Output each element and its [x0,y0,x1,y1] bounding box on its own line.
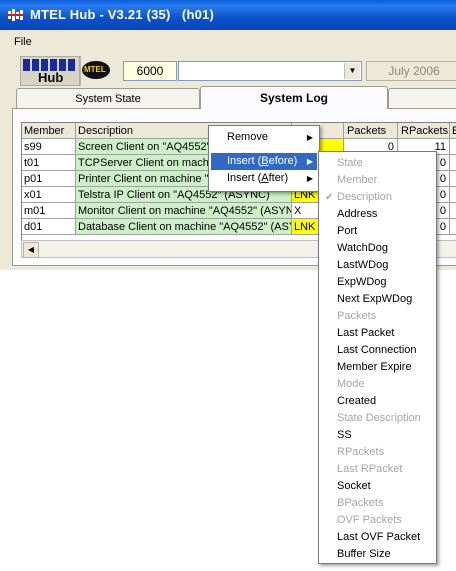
submenu-item-last-rpacket: Last RPacket [337,463,403,475]
cell-e [450,171,456,187]
submenu-item-state: State [337,157,363,169]
submenu-arrow-icon: ▶ [306,174,313,183]
hub-logo-text: Hub [38,70,64,85]
cell-member: t01 [22,155,76,171]
address-combo[interactable]: ▼ [178,61,362,81]
submenu-item-address[interactable]: Address [321,206,434,223]
cell-member: d01 [22,219,76,235]
menu-bar: File [0,33,456,51]
cell-e [450,219,456,235]
submenu-item-rpackets: RPackets [337,446,385,458]
submenu-item-buffer-size[interactable]: Buffer Size [321,546,434,563]
submenu-item-port[interactable]: Port [321,223,434,240]
submenu-item-member: Member [337,174,378,186]
submenu-item-created[interactable]: Created [321,393,434,410]
submenu-item-last-ovf-packet[interactable]: Last OVF Packet [321,529,434,546]
cell-description: Database Client on machine "AQ4552" (ASY [76,219,292,235]
submenu-item-description: ✔ Description [321,189,434,206]
tab-system-log[interactable]: System Log [200,86,388,109]
submenu-item-next-expwdog[interactable]: Next ExpWDog [321,291,434,308]
submenu-arrow-icon: ▶ [306,157,313,166]
col-header-packets[interactable]: Packets [344,123,398,139]
submenu-item-member-expire[interactable]: Member Expire [321,359,434,376]
hub-logo: Hub MTEL [19,55,116,87]
menu-file[interactable]: File [14,36,32,48]
submenu-item-socket[interactable]: Socket [321,478,434,495]
submenu-item-last-packet[interactable]: Last Packet [321,325,434,342]
submenu-item-bpackets: BPackets [337,497,384,509]
menu-item-remove[interactable]: Remove ▶ [211,129,317,146]
title-bar[interactable]: MTEL Hub - V3.21 (35) (h01) [0,0,456,30]
cell-member: s99 [22,139,76,155]
submenu-item-watchdog[interactable]: WatchDog [321,240,434,257]
row-context-menu: Remove ▶ Insert (Before) ▶ Insert (After… [208,125,320,192]
submenu-item-packets: Packets [337,310,377,322]
scroll-left-icon[interactable]: ◀ [23,242,39,258]
menu-item-label: Insert (After) [227,172,289,184]
menu-item-label: Insert (Before) [227,155,298,167]
col-header-e[interactable]: E [450,123,456,139]
submenu-arrow-icon: ▶ [306,133,313,142]
tab-other[interactable] [388,88,456,109]
menu-item-label: Remove [227,131,268,143]
submenu-item-ss[interactable]: SS [321,427,434,444]
number-field[interactable]: 6000 [123,61,177,81]
submenu-item-mode: Mode [337,378,365,390]
insert-column-submenu: State Member ✔ Description Address Port … [318,151,437,564]
cell-member: x01 [22,187,76,203]
cell-member: p01 [22,171,76,187]
chevron-down-icon[interactable]: ▼ [344,63,360,79]
cell-e [450,203,456,219]
col-header-rpackets[interactable]: RPackets [398,123,450,139]
cell-e [450,155,456,171]
col-header-member[interactable]: Member [22,123,76,139]
cell-member: m01 [22,203,76,219]
submenu-item-state-description: State Description [337,412,421,424]
cell-e [450,139,456,155]
submenu-item-ovf-packets: OVF Packets [337,514,402,526]
tab-system-state[interactable]: System State [16,88,200,109]
check-icon: ✔ [325,192,334,203]
window-title: MTEL Hub - V3.21 (35) (h01) [30,7,214,22]
cell-e [450,187,456,203]
mtel-badge: MTEL [84,65,106,74]
submenu-item-expwdog[interactable]: ExpWDog [321,274,434,291]
submenu-item-lastwdog[interactable]: LastWDog [321,257,434,274]
cell-description: Monitor Client on machine "AQ4552" (ASYN [76,203,292,219]
date-field[interactable]: July 2006 [366,61,456,81]
menu-item-label: Description [337,191,393,203]
submenu-item-last-connection[interactable]: Last Connection [321,342,434,359]
app-icon [8,9,24,21]
menu-item-insert-before[interactable]: Insert (Before) ▶ [211,153,317,170]
menu-item-insert-after[interactable]: Insert (After) ▶ [211,170,317,187]
